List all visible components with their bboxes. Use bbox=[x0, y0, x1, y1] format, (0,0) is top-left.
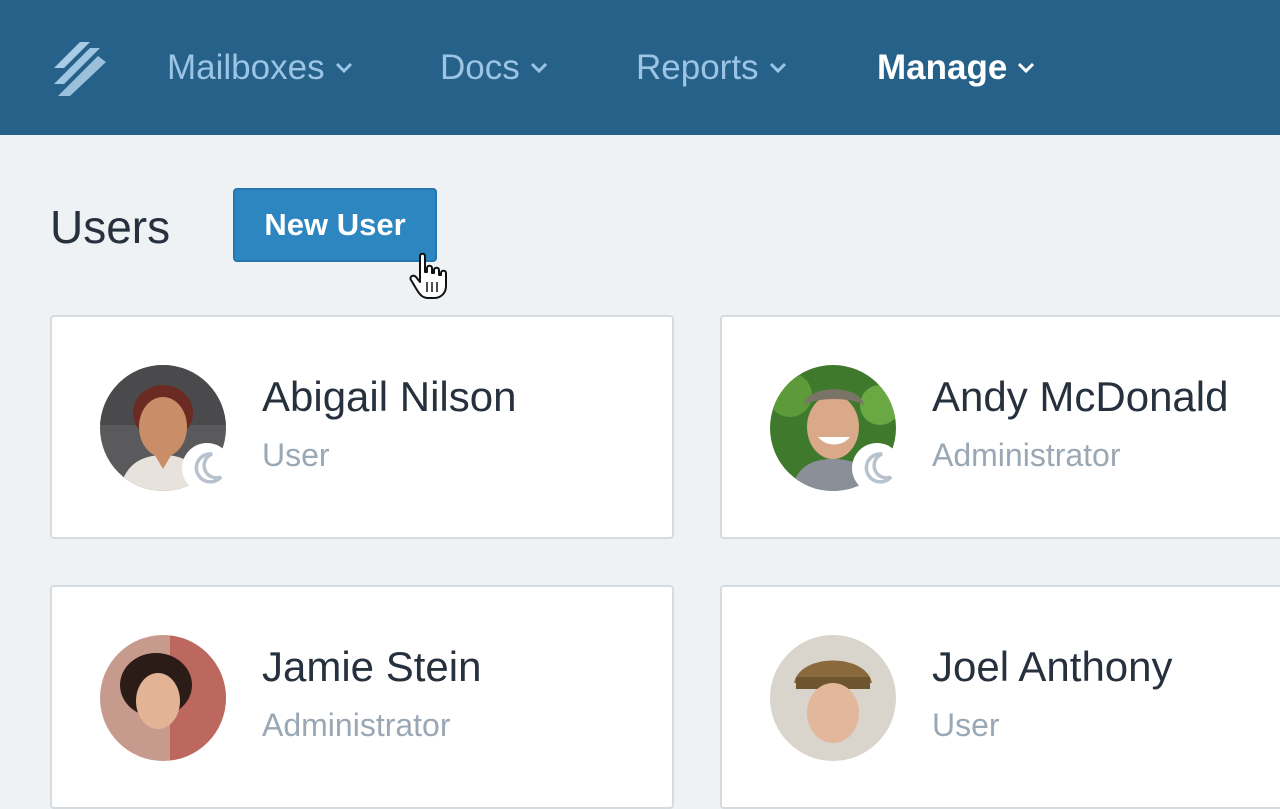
away-status-badge bbox=[852, 443, 902, 493]
user-role: User bbox=[932, 707, 1000, 743]
avatar bbox=[100, 635, 226, 761]
nav-docs[interactable]: Docs bbox=[440, 46, 548, 90]
nav-docs-label: Docs bbox=[440, 48, 520, 87]
user-name: Jamie Stein bbox=[262, 643, 482, 690]
avatar bbox=[770, 635, 896, 761]
avatar-photo bbox=[770, 635, 896, 761]
chevron-down-icon bbox=[530, 62, 547, 74]
user-role: Administrator bbox=[262, 707, 451, 743]
chevron-down-icon bbox=[769, 62, 786, 74]
page-title: Users bbox=[50, 201, 171, 253]
user-role: User bbox=[262, 437, 330, 473]
user-name: Andy McDonald bbox=[932, 373, 1229, 420]
user-card[interactable]: Abigail Nilson User bbox=[50, 315, 674, 539]
nav-mailboxes-label: Mailboxes bbox=[167, 48, 325, 87]
user-name: Joel Anthony bbox=[932, 643, 1173, 690]
user-card[interactable]: Joel Anthony User bbox=[720, 585, 1280, 809]
user-role: Administrator bbox=[932, 437, 1121, 473]
top-navigation: Mailboxes Docs Reports Manage bbox=[0, 0, 1280, 135]
nav-manage-label: Manage bbox=[877, 48, 1008, 87]
hand-cursor-icon bbox=[409, 252, 447, 299]
user-card[interactable]: Jamie Stein Administrator bbox=[50, 585, 674, 809]
nav-manage[interactable]: Manage bbox=[877, 46, 1035, 90]
chevron-down-icon bbox=[335, 62, 352, 74]
moon-icon bbox=[194, 452, 223, 484]
avatar-photo bbox=[100, 635, 226, 761]
away-status-badge bbox=[182, 443, 232, 493]
logo-icon[interactable] bbox=[50, 38, 106, 98]
chevron-down-icon bbox=[1018, 62, 1035, 74]
new-user-button[interactable]: New User bbox=[233, 188, 437, 262]
nav-reports-label: Reports bbox=[636, 48, 759, 87]
nav-mailboxes[interactable]: Mailboxes bbox=[167, 46, 353, 90]
user-name: Abigail Nilson bbox=[262, 373, 517, 420]
user-card[interactable]: Andy McDonald Administrator bbox=[720, 315, 1280, 539]
moon-icon bbox=[864, 452, 893, 484]
nav-reports[interactable]: Reports bbox=[636, 46, 787, 90]
